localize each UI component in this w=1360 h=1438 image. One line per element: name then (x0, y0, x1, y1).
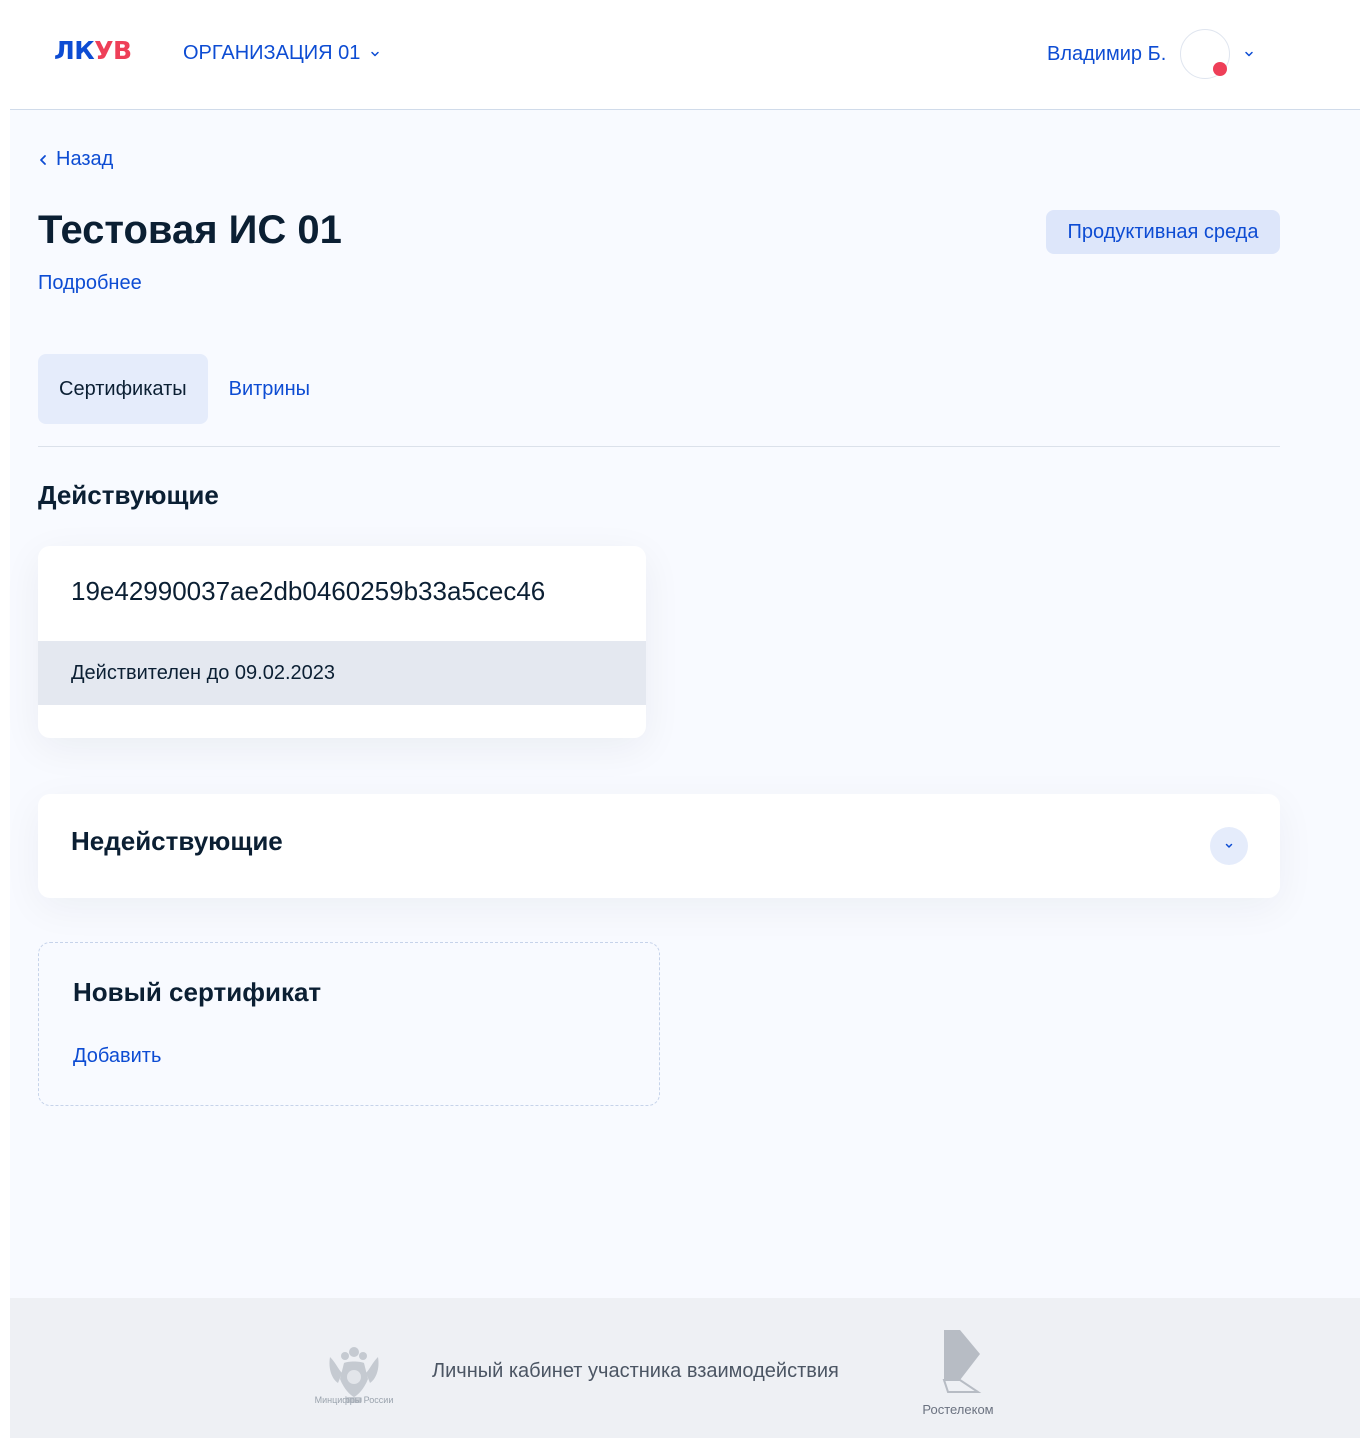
rostelecom-logo-icon (942, 1330, 982, 1393)
avatar[interactable] (1180, 29, 1231, 79)
user-name: Владимир Б. (1047, 42, 1167, 65)
chevron-down-icon (371, 51, 380, 56)
notification-dot (1213, 62, 1228, 76)
ministry-emblem-icon (329, 1347, 379, 1403)
tab-showcases[interactable]: Витрины (208, 354, 331, 424)
back-label: Назад (56, 148, 114, 170)
certificate-id: 19e42990037ae2db0460259b33a5cec46 (71, 576, 546, 606)
chevron-down-icon[interactable] (1244, 49, 1254, 59)
ministry-label: Минцифры России (314, 1395, 394, 1405)
new-certificate-title: Новый сертификат (73, 977, 322, 1007)
expand-button[interactable] (1210, 827, 1248, 865)
add-certificate-link[interactable]: Добавить (73, 1045, 161, 1068)
details-link[interactable]: Подробнее (38, 272, 142, 295)
top-header: ЛКУВ ОРГАНИЗАЦИЯ 01 Владимир Б. (0, 0, 1360, 110)
tabs: Сертификаты Витрины (38, 354, 331, 424)
organization-switcher[interactable]: ОРГАНИЗАЦИЯ 01 (183, 42, 380, 65)
inactive-certificates-accordion[interactable]: Недействующие (38, 794, 1280, 898)
chevron-left-icon (40, 154, 46, 165)
tab-certificates[interactable]: Сертификаты (38, 354, 208, 424)
new-certificate-card: Новый сертификат Добавить (38, 942, 660, 1106)
back-link[interactable]: Назад (38, 148, 113, 171)
environment-badge: Продуктивная среда (1046, 210, 1280, 254)
organization-name: ОРГАНИЗАЦИЯ 01 (183, 42, 361, 64)
active-section-title: Действующие (38, 480, 219, 510)
certificate-validity: Действителен до 09.02.2023 (38, 641, 646, 705)
inactive-section-title: Недействующие (71, 826, 283, 856)
user-menu[interactable]: Владимир Б. (1047, 28, 1254, 80)
tabs-divider (38, 446, 1280, 447)
page-title: Тестовая ИС 01 (38, 208, 342, 252)
certificate-card[interactable]: 19e42990037ae2db0460259b33a5cec46 Действ… (38, 546, 646, 738)
logo-part-lk: ЛК (54, 36, 95, 65)
app-logo[interactable]: ЛКУВ (54, 36, 132, 65)
chevron-down-icon (1225, 843, 1233, 848)
logo-part-uv: УВ (94, 36, 132, 65)
partner-label: Ростелеком (922, 1402, 994, 1417)
page: ЛКУВ ОРГАНИЗАЦИЯ 01 Владимир Б. Назад Те… (0, 0, 1360, 1438)
footer-text: Личный кабинет участника взаимодействия (432, 1360, 839, 1382)
